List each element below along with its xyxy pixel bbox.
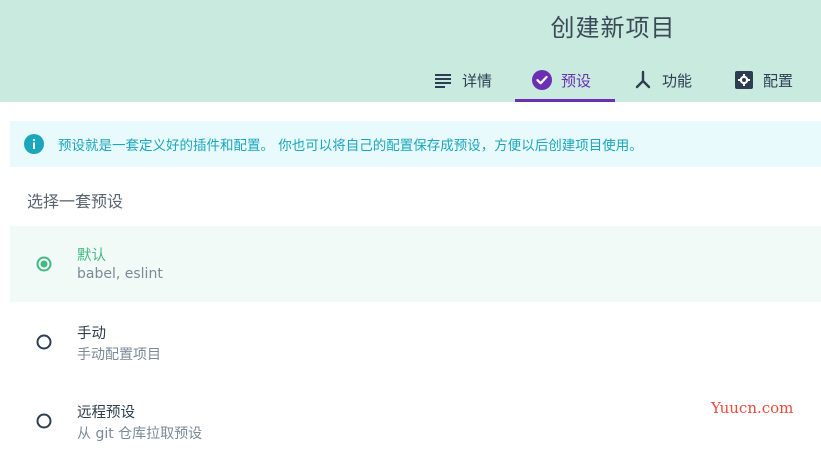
preset-option-description: 从 git 仓库拉取预设: [77, 426, 203, 442]
settings-application-icon: [734, 70, 754, 90]
preset-option-manual[interactable]: 手动 手动配置项目: [10, 304, 821, 380]
radio-unselected-icon[interactable]: [36, 334, 52, 350]
tab-features[interactable]: 功能: [633, 60, 692, 100]
info-text: 预设就是一套定义好的插件和配置。 你也可以将自己的配置保存成预设，方便以后创建项…: [58, 138, 643, 154]
tab-details[interactable]: 详情: [433, 60, 492, 100]
preset-option-label: 手动: [77, 326, 106, 342]
preset-option-description: babel, eslint: [77, 266, 163, 282]
info-icon: [24, 134, 44, 154]
check-circle-icon: [532, 70, 552, 90]
tab-presets[interactable]: 预设: [532, 60, 591, 100]
preset-option-label: 默认: [77, 248, 106, 264]
preset-option-default[interactable]: 默认 babel, eslint: [10, 226, 821, 302]
radio-selected-icon[interactable]: [36, 256, 52, 272]
preset-option-label: 远程预设: [77, 405, 135, 421]
preset-section-title: 选择一套预设: [27, 192, 124, 211]
preset-option-description: 手动配置项目: [77, 347, 161, 363]
header-bar: 创建新项目 详情 预设 功能 配置: [0, 0, 821, 102]
call-split-icon: [633, 70, 653, 90]
preset-option-remote[interactable]: 远程预设 从 git 仓库拉取预设: [10, 383, 821, 459]
tab-bar: 详情 预设 功能 配置: [0, 60, 821, 102]
watermark-text: Yuucn.com: [711, 399, 794, 417]
radio-unselected-icon[interactable]: [36, 413, 52, 429]
tab-config[interactable]: 配置: [734, 60, 793, 100]
subject-icon: [433, 70, 453, 90]
tab-config-label: 配置: [763, 71, 794, 90]
tab-presets-label: 预设: [561, 71, 592, 90]
tab-details-label: 详情: [462, 71, 493, 90]
page-title: 创建新项目: [550, 14, 676, 42]
info-banner: 预设就是一套定义好的插件和配置。 你也可以将自己的配置保存成预设，方便以后创建项…: [10, 121, 821, 167]
active-tab-indicator: [515, 99, 615, 102]
tab-features-label: 功能: [662, 71, 693, 90]
